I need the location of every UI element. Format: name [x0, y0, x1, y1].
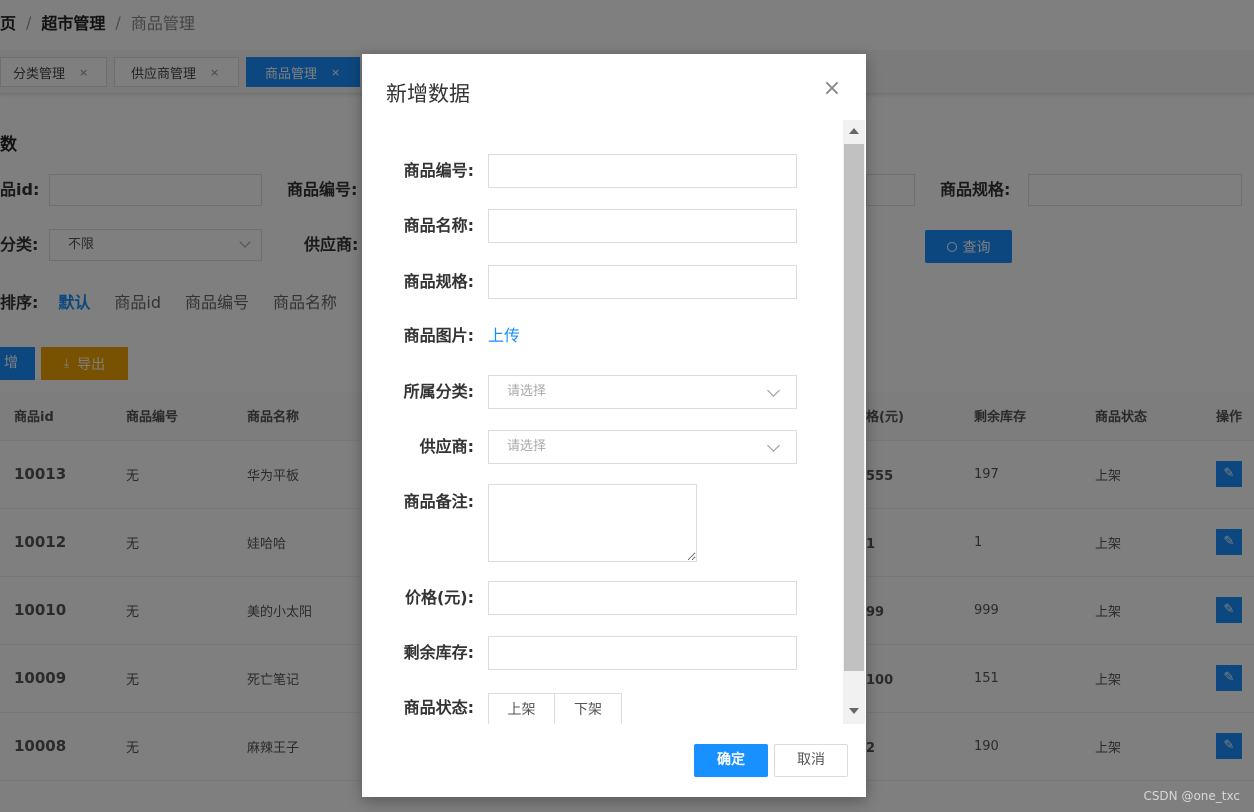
spec-label: 商品规格:	[403, 272, 474, 291]
status-option-on-shelf[interactable]: 上架	[488, 693, 555, 724]
price-input[interactable]	[488, 581, 797, 615]
close-icon[interactable]: ×	[822, 78, 842, 100]
status-radio-group: 上架 下架	[488, 693, 622, 724]
chevron-down-icon	[767, 439, 780, 452]
spec-input[interactable]	[488, 265, 797, 299]
code-input[interactable]	[488, 154, 797, 188]
remark-textarea[interactable]	[488, 484, 697, 562]
stock-input[interactable]	[488, 636, 797, 670]
scroll-up-arrow-icon[interactable]	[849, 128, 859, 134]
remark-label: 商品备注:	[403, 492, 474, 511]
name-label: 商品名称:	[403, 216, 474, 235]
cancel-button[interactable]: 取消	[774, 744, 848, 777]
price-label: 价格(元):	[404, 588, 474, 607]
scrollbar-thumb[interactable]	[844, 144, 864, 671]
supplier-select[interactable]: 请选择	[488, 430, 797, 464]
dialog-scrollbar[interactable]	[843, 120, 865, 724]
category-select[interactable]: 请选择	[488, 375, 797, 409]
category-label: 所属分类:	[403, 382, 474, 401]
code-label: 商品编号:	[403, 161, 474, 180]
image-label: 商品图片:	[403, 326, 474, 345]
upload-link[interactable]: 上传	[488, 319, 520, 353]
supplier-placeholder: 请选择	[507, 439, 547, 454]
category-placeholder: 请选择	[507, 384, 547, 399]
chevron-down-icon	[767, 384, 780, 397]
watermark: CSDN @one_txc	[1143, 789, 1240, 803]
scroll-down-arrow-icon[interactable]	[849, 708, 859, 714]
status-label: 商品状态:	[403, 698, 474, 717]
stock-label: 剩余库存:	[403, 643, 474, 662]
supplier-label: 供应商:	[419, 437, 474, 456]
add-product-dialog: 新增数据 × 商品编号: 商品名称: 商品规格: 商品图片: 上传 所属分类: …	[362, 54, 866, 797]
dialog-form: 商品编号: 商品名称: 商品规格: 商品图片: 上传 所属分类: 请选择 供应商…	[362, 120, 842, 724]
name-input[interactable]	[488, 209, 797, 243]
status-option-off-shelf[interactable]: 下架	[555, 693, 622, 724]
confirm-button[interactable]: 确定	[694, 744, 768, 777]
dialog-title: 新增数据	[386, 82, 470, 106]
